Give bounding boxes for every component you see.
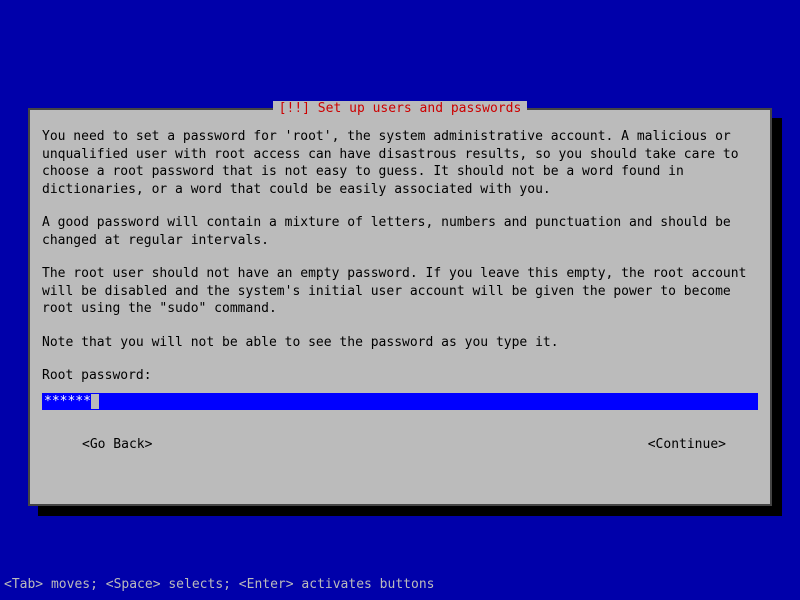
footer-hint: <Tab> moves; <Space> selects; <Enter> ac… (4, 577, 434, 592)
root-password-input[interactable]: ****** (42, 393, 758, 410)
instruction-paragraph-1: You need to set a password for 'root', t… (42, 128, 758, 198)
button-row: <Go Back> <Continue> (42, 436, 758, 454)
installer-dialog: [!!] Set up users and passwords You need… (28, 108, 772, 506)
instruction-paragraph-3: The root user should not have an empty p… (42, 265, 758, 318)
text-cursor (91, 394, 99, 409)
dialog-content: You need to set a password for 'root', t… (30, 110, 770, 466)
instruction-paragraph-4: Note that you will not be able to see th… (42, 334, 758, 352)
dialog-title-row: [!!] Set up users and passwords (30, 101, 770, 116)
dialog-title: [!!] Set up users and passwords (273, 101, 528, 116)
go-back-button[interactable]: <Go Back> (82, 436, 152, 454)
password-masked-text: ****** (44, 394, 91, 409)
root-password-label: Root password: (42, 367, 758, 385)
continue-button[interactable]: <Continue> (648, 436, 726, 454)
instruction-paragraph-2: A good password will contain a mixture o… (42, 214, 758, 249)
